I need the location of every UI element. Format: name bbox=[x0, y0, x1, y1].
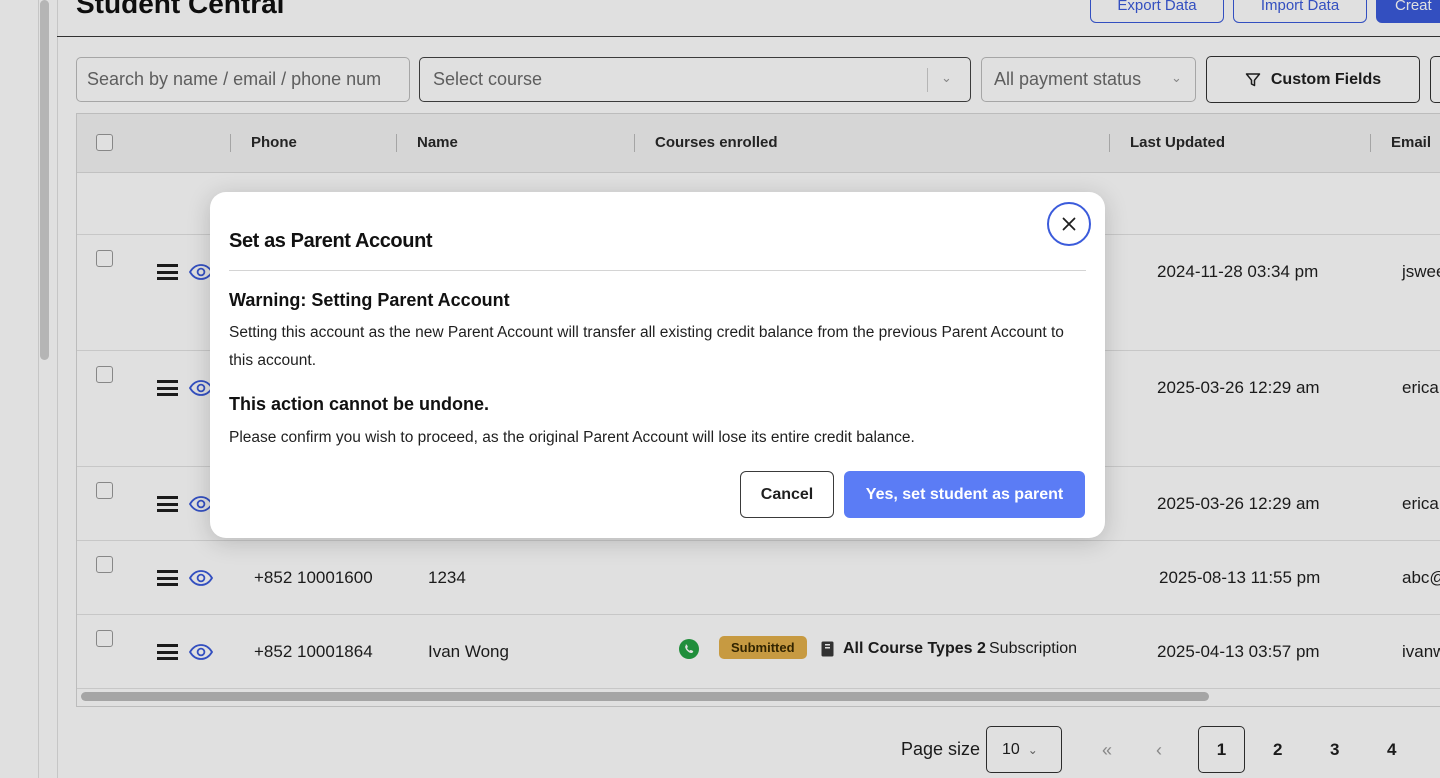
cancel-button[interactable]: Cancel bbox=[740, 471, 834, 518]
undo-heading: This action cannot be undone. bbox=[229, 394, 490, 414]
set-parent-dialog: Set as Parent Account Warning: Setting P… bbox=[210, 192, 1105, 538]
warning-text: Setting this account as the new Parent A… bbox=[229, 324, 1064, 369]
dialog-divider bbox=[229, 270, 1086, 271]
warning-heading: Warning: Setting Parent Account bbox=[229, 290, 510, 310]
dialog-title: Set as Parent Account bbox=[229, 230, 433, 252]
confirm-set-parent-button[interactable]: Yes, set student as parent bbox=[844, 471, 1085, 518]
close-icon bbox=[1062, 217, 1076, 231]
close-button[interactable] bbox=[1047, 202, 1091, 246]
undo-text: Please confirm you wish to proceed, as t… bbox=[229, 429, 915, 446]
